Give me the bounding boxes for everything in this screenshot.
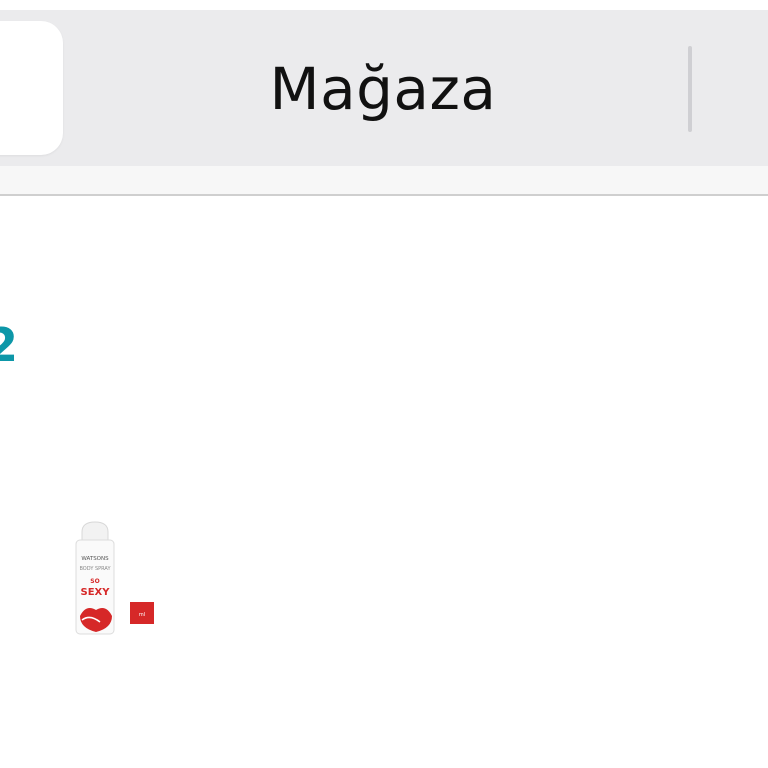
product-tag-text: ml <box>139 612 145 618</box>
product-line: BODY SPRAY <box>79 566 111 572</box>
product-name: SEXY <box>81 587 111 598</box>
product-image[interactable]: WATSONS BODY SPRAY SO SEXY ml <box>68 520 164 638</box>
product-brand: WATSONS <box>81 556 109 562</box>
top-bar: Mağaza <box>0 0 768 166</box>
store-screen: Mağaza 2 WATSONS BODY SPRAY SO SEXY ml <box>0 0 768 768</box>
header-divider <box>688 46 692 132</box>
spray-cap <box>81 521 109 543</box>
product-prefix: SO <box>90 578 99 585</box>
nav-strip <box>0 166 768 196</box>
product-count: 2 <box>0 318 19 372</box>
page-title: Mağaza <box>269 55 497 123</box>
